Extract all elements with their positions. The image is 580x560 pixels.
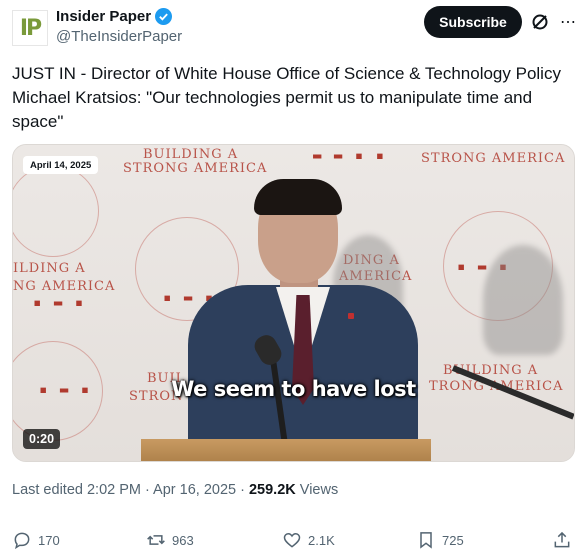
- grok-icon[interactable]: [530, 12, 550, 32]
- reply-button[interactable]: 170: [12, 528, 60, 552]
- morse-dots: ▪ ▬ ▪: [33, 295, 86, 311]
- edited-timestamp[interactable]: Last edited 2:02 PM · Apr 16, 2025 ·: [12, 482, 249, 498]
- author-handle[interactable]: @TheInsiderPaper: [56, 28, 182, 45]
- views-label: Views: [295, 482, 339, 498]
- bookmark-button[interactable]: 725: [416, 528, 464, 552]
- video-caption: We seem to have lost: [171, 377, 416, 401]
- video-player[interactable]: BUILDING A STRONG AMERICA STRONG AMERICA…: [12, 144, 575, 462]
- author-block: Insider Paper @TheInsiderPaper: [56, 6, 182, 45]
- backdrop-banner: STRONG AMERICA: [123, 161, 268, 176]
- tweet-header: IP Insider Paper @TheInsiderPaper Subscr…: [12, 6, 576, 46]
- tweet-text: JUST IN - Director of White House Office…: [12, 64, 561, 131]
- podium: [141, 439, 431, 461]
- repost-icon: [147, 535, 165, 545]
- like-button[interactable]: 2.1K: [282, 528, 335, 552]
- author-display-name[interactable]: Insider Paper: [56, 8, 151, 25]
- video-duration: 0:20: [23, 429, 61, 449]
- tweet-meta: Last edited 2:02 PM · Apr 16, 2025 · 259…: [12, 482, 338, 498]
- backdrop-banner: STRONG AMERICA: [421, 151, 566, 166]
- share-icon: [554, 531, 570, 548]
- name-row: Insider Paper: [56, 6, 182, 26]
- avatar-letters: IP: [19, 15, 42, 41]
- repost-count: 963: [172, 532, 194, 548]
- repost-button[interactable]: 963: [146, 528, 194, 552]
- verified-badge-icon: [155, 7, 173, 25]
- insider-paper-logo: IP: [19, 15, 42, 41]
- backdrop-banner: BUILDING A: [143, 147, 239, 162]
- reply-count: 170: [38, 532, 60, 548]
- backdrop-banner: NG AMERICA: [13, 279, 116, 294]
- bookmark-icon: [420, 532, 432, 549]
- reply-icon: [14, 532, 30, 550]
- bookmark-count: 725: [442, 532, 464, 548]
- more-options-icon[interactable]: ⋯: [558, 12, 578, 32]
- backdrop-banner: ILDING A: [13, 261, 86, 276]
- share-button[interactable]: [552, 528, 572, 552]
- morse-dots: ▬ ▬ ▪ ▪: [313, 148, 387, 164]
- views-count: 259.2K: [248, 482, 296, 498]
- speaker: [188, 179, 418, 455]
- lapel-pin: [348, 313, 354, 319]
- like-count: 2.1K: [308, 532, 335, 548]
- speaker-hair: [254, 179, 342, 215]
- avatar[interactable]: IP: [12, 10, 48, 46]
- speaker-shadow: [483, 245, 563, 355]
- video-date-badge: April 14, 2025: [23, 156, 99, 174]
- heart-icon: [283, 532, 301, 548]
- subscribe-button[interactable]: Subscribe: [424, 6, 522, 38]
- action-bar: 170 963 2.1K 725: [12, 528, 574, 552]
